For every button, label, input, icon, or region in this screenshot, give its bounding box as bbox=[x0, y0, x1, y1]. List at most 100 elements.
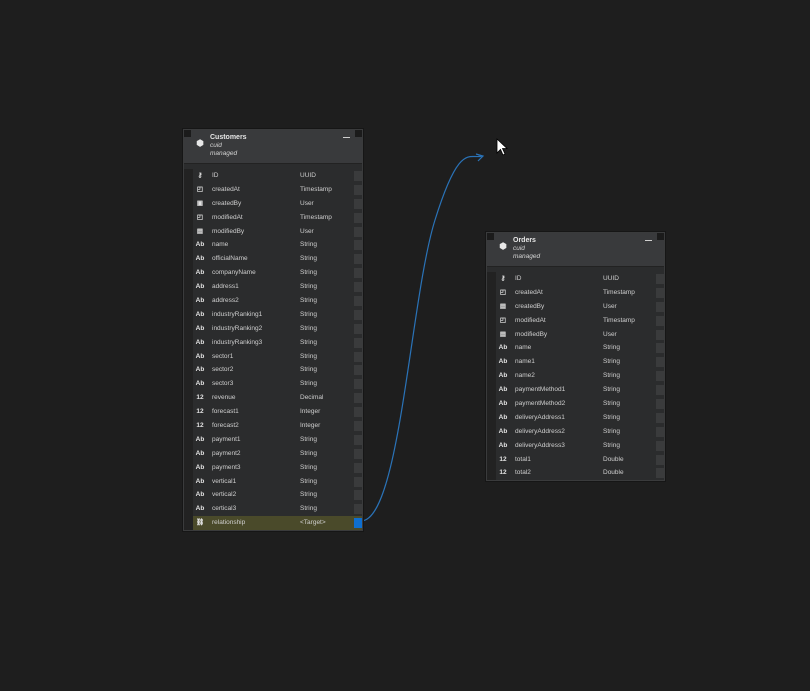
field-row[interactable]: Ab sector3 String bbox=[184, 377, 362, 392]
field-row[interactable]: Ab deliveryAddress1 String bbox=[487, 410, 664, 425]
field-row[interactable]: 12 forecast2 Integer bbox=[184, 419, 362, 433]
field-left-handle[interactable] bbox=[184, 169, 193, 183]
field-left-handle[interactable] bbox=[487, 355, 496, 370]
field-row[interactable]: Ab officialName String bbox=[184, 252, 362, 267]
field-left-handle[interactable] bbox=[487, 383, 496, 398]
field-left-handle[interactable] bbox=[487, 341, 496, 356]
field-connection-handle[interactable] bbox=[354, 351, 362, 362]
field-row[interactable]: 12 total2 Double bbox=[487, 466, 664, 481]
field-row[interactable]: Ab payment2 String bbox=[184, 446, 362, 461]
field-connection-handle[interactable] bbox=[656, 412, 664, 423]
field-left-handle[interactable] bbox=[184, 432, 193, 447]
field-connection-handle[interactable] bbox=[656, 315, 664, 326]
field-connection-handle[interactable] bbox=[354, 504, 362, 515]
field-row[interactable]: ⚷ ID UUID bbox=[487, 272, 664, 286]
field-row[interactable]: 12 forecast1 Integer bbox=[184, 405, 362, 420]
orders-entity[interactable]: ⬢ Orders cuid managed ⚷ ID UUID ◰ createdAt T… bbox=[486, 232, 665, 482]
field-row[interactable]: Ab name2 String bbox=[487, 369, 664, 384]
field-connection-handle[interactable] bbox=[656, 287, 664, 298]
collapse-icon[interactable] bbox=[343, 137, 350, 138]
field-row[interactable]: Ab paymentMethod2 String bbox=[487, 397, 664, 411]
field-row[interactable]: ⛓ relationship <Target> bbox=[184, 516, 362, 531]
field-row[interactable]: ▣ createdBy User bbox=[184, 196, 362, 211]
field-left-handle[interactable] bbox=[184, 349, 193, 364]
field-connection-handle[interactable] bbox=[656, 426, 664, 437]
field-left-handle[interactable] bbox=[487, 313, 496, 328]
field-connection-handle[interactable] bbox=[354, 296, 362, 307]
field-left-handle[interactable] bbox=[184, 488, 193, 503]
field-row[interactable]: Ab industryRanking3 String bbox=[184, 335, 362, 350]
field-left-handle[interactable] bbox=[184, 182, 193, 197]
field-connection-handle[interactable] bbox=[354, 282, 362, 293]
field-connection-handle[interactable] bbox=[354, 407, 362, 418]
field-connection-handle[interactable] bbox=[354, 254, 362, 265]
field-connection-handle[interactable] bbox=[354, 309, 362, 320]
field-left-handle[interactable] bbox=[487, 397, 496, 411]
field-connection-handle[interactable] bbox=[656, 440, 664, 451]
field-connection-handle[interactable] bbox=[656, 399, 664, 410]
field-left-handle[interactable] bbox=[184, 321, 193, 336]
field-left-handle[interactable] bbox=[184, 391, 193, 406]
field-row[interactable]: ◰ createdAt Timestamp bbox=[184, 182, 362, 197]
field-row[interactable]: ◰ modifiedAt Timestamp bbox=[184, 210, 362, 225]
field-row[interactable]: Ab payment1 String bbox=[184, 432, 362, 447]
field-row[interactable]: Ab sector1 String bbox=[184, 349, 362, 364]
header-left-handle[interactable] bbox=[184, 130, 191, 137]
field-connection-handle[interactable] bbox=[354, 379, 362, 390]
field-row[interactable]: Ab companyName String bbox=[184, 266, 362, 281]
field-connection-handle[interactable] bbox=[354, 226, 362, 237]
field-row[interactable]: Ab industryRanking2 String bbox=[184, 321, 362, 336]
field-left-handle[interactable] bbox=[184, 516, 193, 531]
field-left-handle[interactable] bbox=[487, 410, 496, 425]
field-connection-handle[interactable] bbox=[656, 371, 664, 382]
field-left-handle[interactable] bbox=[184, 460, 193, 475]
field-row[interactable]: Ab address2 String bbox=[184, 294, 362, 308]
field-row[interactable]: Ab deliveryAddress2 String bbox=[487, 424, 664, 439]
field-left-handle[interactable] bbox=[487, 452, 496, 467]
field-left-handle[interactable] bbox=[487, 327, 496, 342]
field-row[interactable]: Ab vertical2 String bbox=[184, 488, 362, 503]
field-row[interactable]: Ab address1 String bbox=[184, 280, 362, 295]
customers-entity[interactable]: ⬢ Customers cuid managed ⚷ ID UUID ◰ created… bbox=[183, 129, 363, 532]
field-left-handle[interactable] bbox=[487, 369, 496, 384]
field-left-handle[interactable] bbox=[184, 405, 193, 420]
field-row[interactable]: ◰ modifiedAt Timestamp bbox=[487, 313, 664, 328]
field-row[interactable]: Ab vertical1 String bbox=[184, 474, 362, 489]
field-connection-handle[interactable] bbox=[656, 357, 664, 368]
field-left-handle[interactable] bbox=[184, 238, 193, 253]
field-left-handle[interactable] bbox=[184, 280, 193, 295]
field-row[interactable]: Ab name1 String bbox=[487, 355, 664, 370]
field-row[interactable]: Ab payment3 String bbox=[184, 460, 362, 475]
field-connection-handle[interactable] bbox=[354, 323, 362, 334]
field-connection-handle[interactable] bbox=[656, 301, 664, 312]
field-left-handle[interactable] bbox=[184, 210, 193, 225]
field-connection-handle[interactable] bbox=[354, 434, 362, 445]
field-row[interactable]: 12 total1 Double bbox=[487, 452, 664, 467]
field-left-handle[interactable] bbox=[184, 266, 193, 281]
field-left-handle[interactable] bbox=[487, 466, 496, 481]
field-row[interactable]: ▤ modifiedBy User bbox=[487, 327, 664, 342]
collapse-icon[interactable] bbox=[645, 240, 652, 241]
field-row[interactable]: ▤ createdBy User bbox=[487, 299, 664, 314]
field-connection-handle[interactable] bbox=[354, 337, 362, 348]
field-connection-handle[interactable] bbox=[656, 343, 664, 354]
field-left-handle[interactable] bbox=[487, 438, 496, 453]
field-left-handle[interactable] bbox=[184, 252, 193, 267]
field-row[interactable]: Ab sector2 String bbox=[184, 363, 362, 378]
field-connection-handle[interactable] bbox=[354, 212, 362, 223]
field-connection-handle[interactable] bbox=[354, 393, 362, 404]
field-connection-handle[interactable] bbox=[354, 198, 362, 209]
field-left-handle[interactable] bbox=[487, 424, 496, 439]
field-connection-handle[interactable] bbox=[354, 476, 362, 487]
field-left-handle[interactable] bbox=[487, 272, 496, 286]
field-left-handle[interactable] bbox=[487, 299, 496, 314]
field-left-handle[interactable] bbox=[184, 224, 193, 239]
field-connection-handle[interactable] bbox=[656, 385, 664, 396]
field-connection-handle[interactable] bbox=[656, 274, 664, 284]
orders-entity-header[interactable]: ⬢ Orders cuid managed bbox=[487, 233, 664, 267]
field-left-handle[interactable] bbox=[184, 377, 193, 392]
field-row[interactable]: Ab deliveryAddress3 String bbox=[487, 438, 664, 453]
field-connection-handle[interactable] bbox=[354, 421, 362, 432]
field-connection-handle[interactable] bbox=[354, 365, 362, 376]
field-row[interactable]: ⚷ ID UUID bbox=[184, 169, 362, 183]
